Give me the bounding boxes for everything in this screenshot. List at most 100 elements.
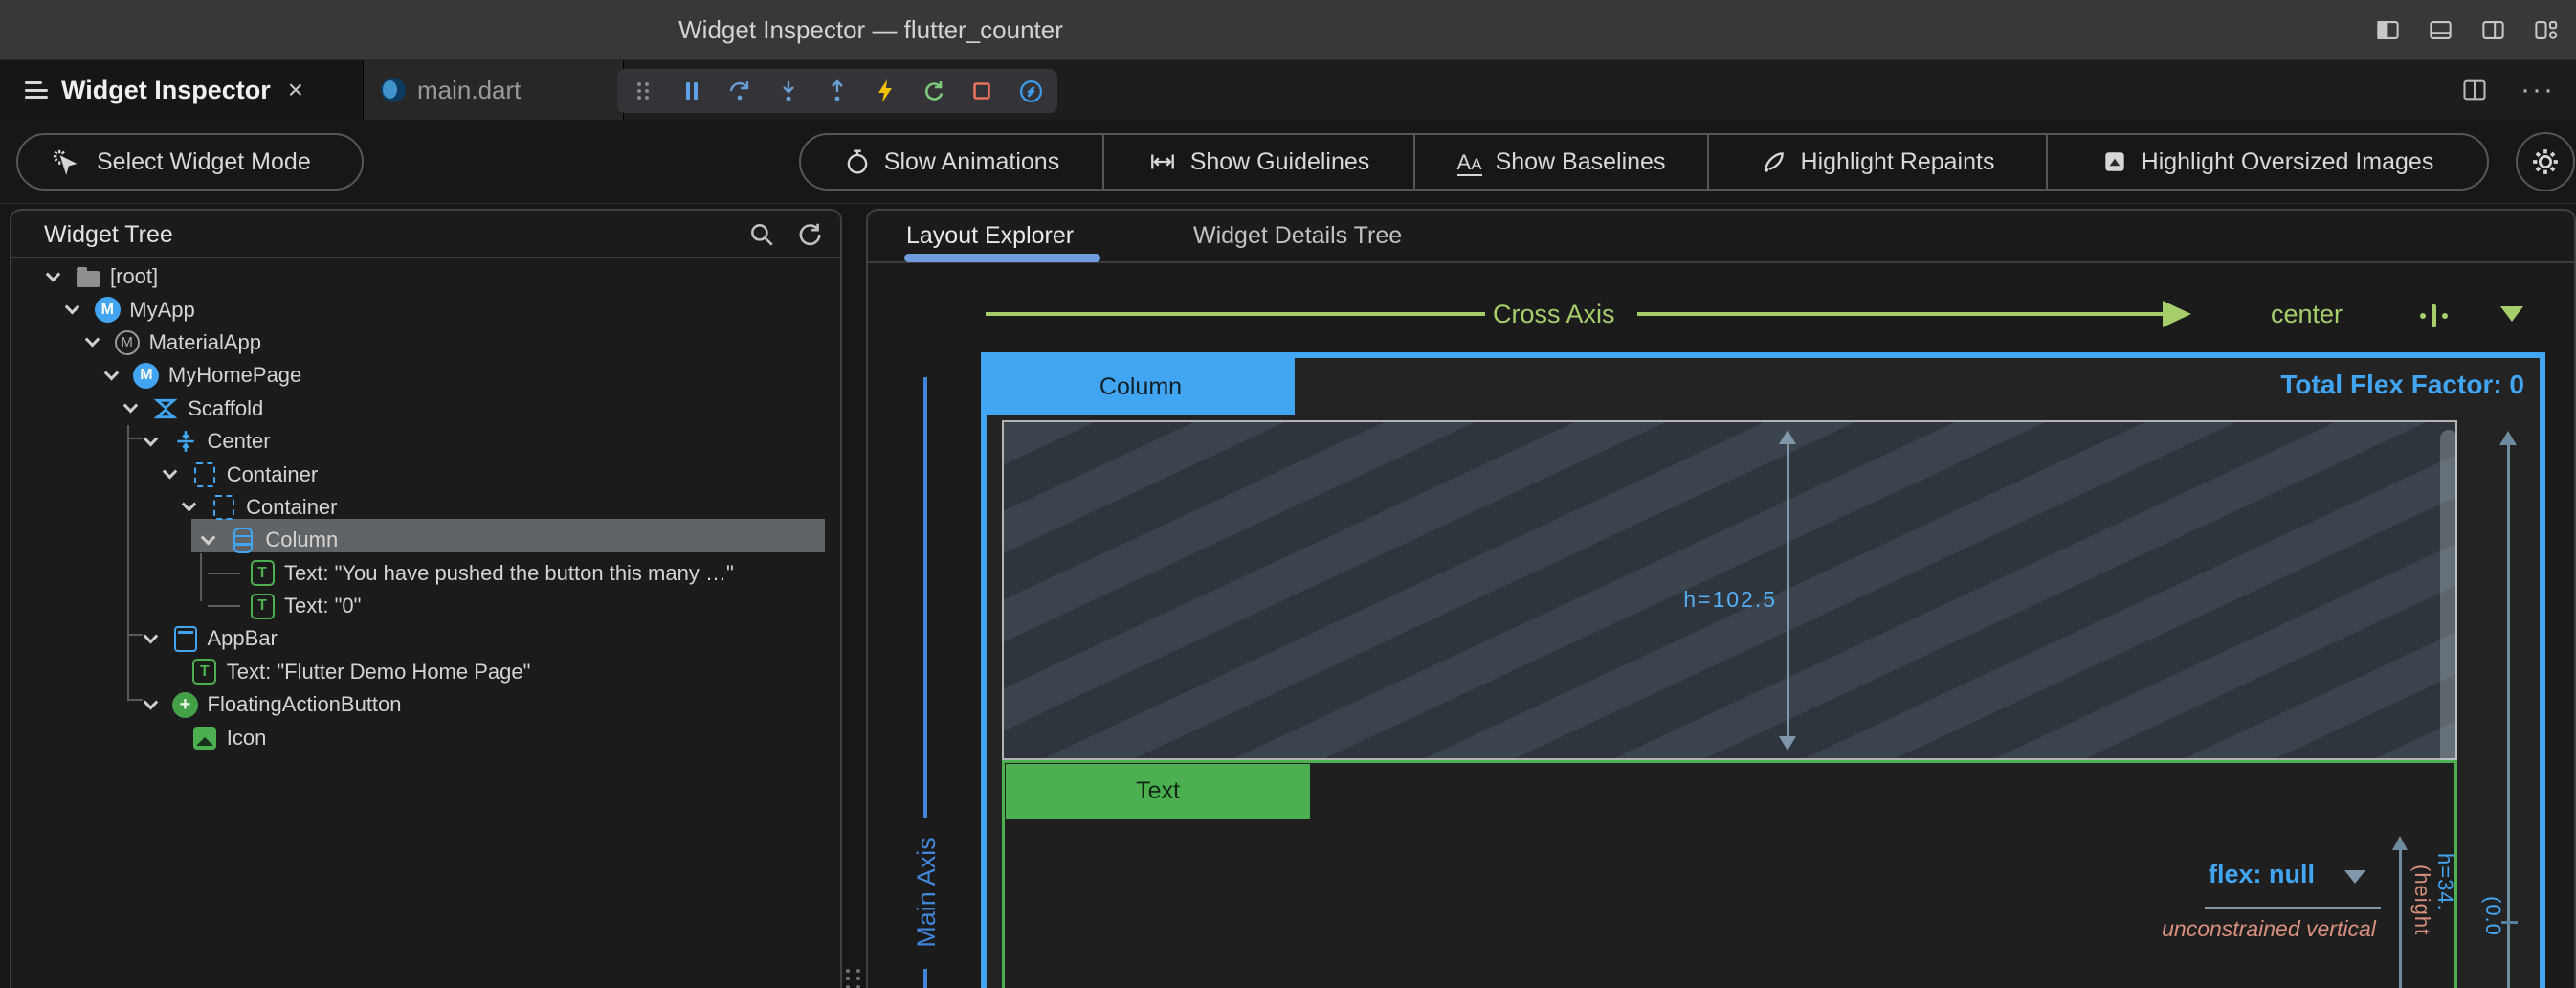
- chevron-down-icon[interactable]: [143, 432, 158, 447]
- cross-axis-arrowhead-icon: [2163, 301, 2191, 327]
- widget-tree-panel: Widget Tree [root]MMyAppMMaterialAppMMyH…: [10, 209, 842, 988]
- tree-node[interactable]: MMyApp: [11, 293, 840, 326]
- column-icon: [229, 527, 257, 553]
- tree-node[interactable]: AppBar: [11, 622, 840, 655]
- step-over-icon[interactable]: [727, 79, 752, 103]
- select-widget-mode-label: Select Widget Mode: [97, 148, 311, 176]
- chevron-down-icon[interactable]: [104, 366, 120, 381]
- select-widget-mode-button[interactable]: Select Widget Mode: [16, 133, 364, 191]
- chevron-down-icon[interactable]: [201, 530, 216, 546]
- menu-icon: [25, 81, 48, 99]
- tree-node[interactable]: TText: "Flutter Demo Home Page": [11, 656, 840, 688]
- stop-icon[interactable]: [969, 79, 994, 103]
- m-filled-icon: M: [132, 362, 161, 389]
- pause-icon[interactable]: [679, 79, 704, 103]
- tab-main-dart[interactable]: main.dart: [364, 60, 624, 120]
- tree-node[interactable]: MMyHomePage: [11, 359, 840, 392]
- height-arrow-icon: [1779, 736, 1796, 751]
- toggle-highlight-repaints[interactable]: Highlight Repaints: [1709, 135, 2048, 189]
- toggle-slow-animations[interactable]: Slow Animations: [801, 135, 1104, 189]
- customize-layout-icon[interactable]: [2533, 17, 2559, 43]
- guidelines-icon: [1148, 148, 1177, 175]
- text-height-arrow-line: [2399, 847, 2402, 988]
- cross-axis-label: Cross Axis: [1493, 300, 1615, 329]
- chevron-down-icon[interactable]: [123, 398, 139, 414]
- tree-node[interactable]: TText: "0": [11, 590, 840, 622]
- tree-node[interactable]: MMaterialApp: [11, 326, 840, 359]
- chevron-down-icon[interactable]: [84, 332, 100, 348]
- height-arrow-line: [1787, 441, 1789, 738]
- settings-button[interactable]: [2516, 132, 2575, 191]
- chevron-down-icon[interactable]: [163, 464, 178, 480]
- step-out-icon[interactable]: [825, 79, 850, 103]
- tree-node[interactable]: Container: [11, 491, 840, 524]
- container-icon: [210, 494, 238, 521]
- text-widget-box[interactable]: Text flex: null unconstrained vertical (…: [1002, 760, 2457, 988]
- inspector-toolbar: Select Widget Mode Slow AnimationsShow G…: [0, 120, 2576, 204]
- toggle-show-baselines[interactable]: AAShow Baselines: [1415, 135, 1709, 189]
- tree-node[interactable]: Icon: [11, 721, 840, 753]
- cross-axis-alignment-value[interactable]: center: [2271, 300, 2343, 329]
- height-axis-label: (height: [2409, 864, 2434, 988]
- step-into-icon[interactable]: [776, 79, 801, 103]
- search-icon[interactable]: [748, 221, 775, 248]
- main-axis-line: [923, 969, 927, 988]
- alignment-icon: [2420, 304, 2448, 327]
- toggle-right-panel-icon[interactable]: [2480, 17, 2506, 43]
- total-flex-factor: Total Flex Factor: 0: [2280, 370, 2524, 400]
- text-icon: T: [248, 593, 277, 619]
- chevron-down-icon[interactable]: [182, 497, 197, 512]
- hot-restart-icon[interactable]: [922, 79, 946, 103]
- tree-node[interactable]: TText: "You have pushed the button this …: [11, 557, 840, 590]
- tree-node[interactable]: [root]: [11, 260, 840, 293]
- flex-underline: [2205, 907, 2381, 909]
- panel-splitter-handle[interactable]: [846, 969, 862, 988]
- free-space-height-value: h=102.5: [1578, 587, 1777, 613]
- tab-widget-inspector[interactable]: Widget Inspector ×: [0, 60, 364, 120]
- more-actions-icon[interactable]: ···: [2520, 76, 2555, 104]
- toggle-bottom-panel-icon[interactable]: [2428, 17, 2454, 43]
- editor-tab-bar: Widget Inspector × main.dart ···: [0, 60, 2576, 120]
- chevron-down-icon[interactable]: [46, 267, 61, 282]
- tree-branch: [208, 605, 240, 607]
- flex-value-dropdown[interactable]: flex: null: [2209, 860, 2315, 889]
- stopwatch-icon: [844, 148, 871, 175]
- tree-node[interactable]: Column: [11, 524, 840, 556]
- toggle-show-guidelines[interactable]: Show Guidelines: [1104, 135, 1415, 189]
- split-editor-icon[interactable]: [2461, 77, 2488, 103]
- scaffold-icon: [151, 395, 180, 422]
- debug-toolbar: [617, 69, 1057, 113]
- tree-node[interactable]: Center: [11, 425, 840, 458]
- text-widget-tab[interactable]: Text: [1006, 764, 1310, 819]
- chevron-down-icon[interactable]: [2500, 306, 2523, 322]
- close-icon[interactable]: ×: [288, 77, 303, 103]
- toggle-highlight-oversized-images[interactable]: Highlight Oversized Images: [2048, 135, 2487, 189]
- constraint-warning: unconstrained vertical: [2153, 916, 2385, 942]
- chevron-down-icon[interactable]: [65, 300, 80, 315]
- main-axis-label: Main Axis: [912, 816, 939, 969]
- offset-value: (0.0: [2480, 896, 2505, 988]
- tree-node[interactable]: Scaffold: [11, 393, 840, 425]
- tree-branch: [208, 573, 240, 574]
- free-space-area: h=102.5: [1002, 420, 2457, 760]
- text-icon: T: [248, 560, 277, 587]
- drag-handle-icon[interactable]: [631, 79, 655, 103]
- tree-node[interactable]: +FloatingActionButton: [11, 688, 840, 721]
- container-icon: [190, 461, 219, 488]
- chevron-down-icon[interactable]: [2344, 870, 2365, 884]
- column-widget-tab[interactable]: Column: [987, 358, 1295, 415]
- baselines-icon: AA: [1457, 148, 1482, 176]
- chevron-down-icon[interactable]: [143, 629, 158, 644]
- hot-reload-icon[interactable]: [873, 79, 898, 103]
- toggle-left-panel-icon[interactable]: [2375, 17, 2401, 43]
- tree-node[interactable]: Container: [11, 458, 840, 490]
- tab-widget-details-tree[interactable]: Widget Details Tree: [1193, 211, 1402, 263]
- text-height-value: h=34.: [2432, 853, 2457, 988]
- oversized-image-icon: [2101, 148, 2128, 175]
- widget-inspector-icon[interactable]: [1018, 79, 1044, 104]
- chevron-down-icon[interactable]: [143, 695, 158, 710]
- refresh-icon[interactable]: [796, 221, 823, 248]
- cursor-click-icon: [51, 147, 79, 176]
- fab-icon: +: [171, 691, 200, 718]
- column-widget-box[interactable]: Column Total Flex Factor: 0 h=102.5 Text…: [981, 352, 2545, 988]
